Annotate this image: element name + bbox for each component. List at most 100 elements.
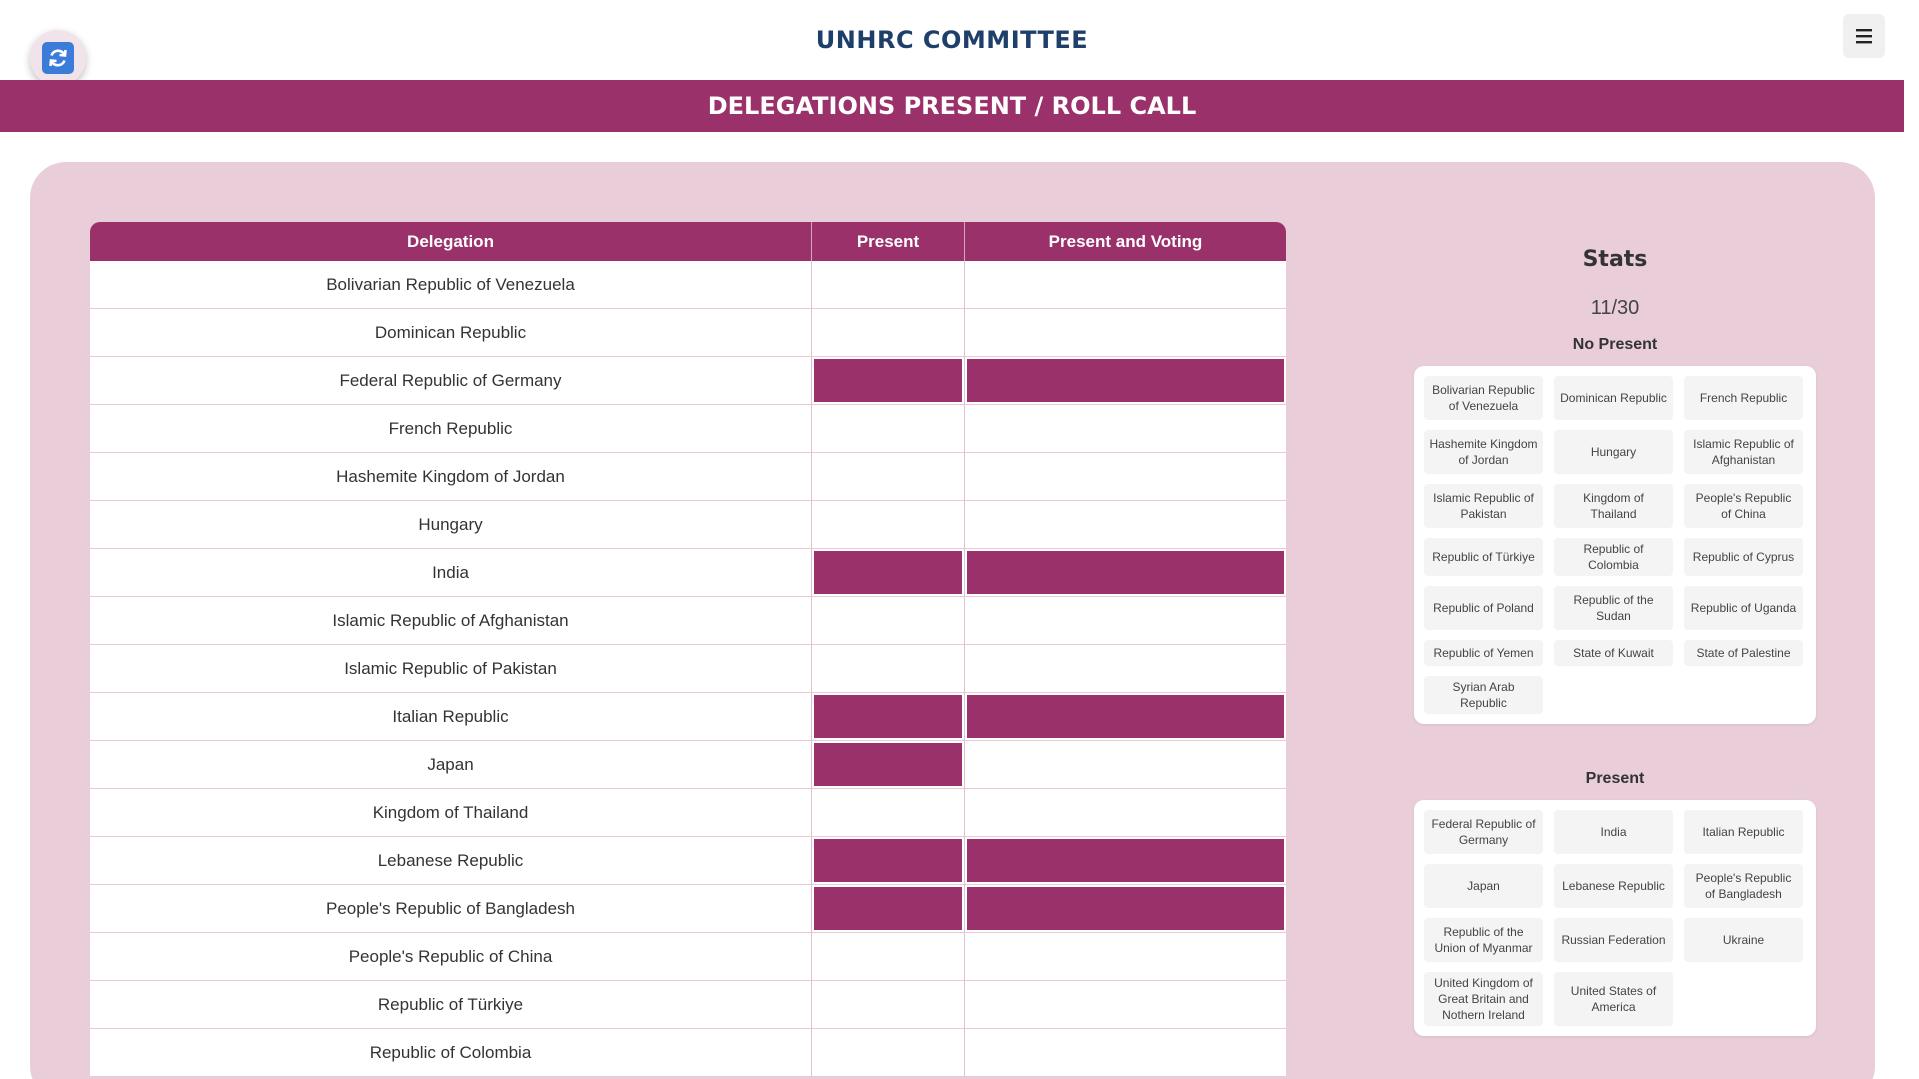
table-row: India [90,549,1286,597]
stats-title: Stats [1582,247,1648,272]
delegation-name: People's Republic of China [90,933,812,981]
delegation-name: Lebanese Republic [90,837,812,885]
present-toggle[interactable] [812,789,965,837]
table-row: Islamic Republic of Pakistan [90,645,1286,693]
table-row: Hashemite Kingdom of Jordan [90,453,1286,501]
page-banner: DELEGATIONS PRESENT / ROLL CALL [0,80,1904,132]
delegation-chip: Republic of Colombia [1554,538,1673,576]
table-row: Italian Republic [90,693,1286,741]
delegation-chip: Republic of Poland [1424,586,1543,630]
delegation-name: People's Republic of Bangladesh [90,885,812,933]
present-toggle[interactable] [812,501,965,549]
present-toggle[interactable] [812,693,965,741]
present-toggle[interactable] [812,645,965,693]
delegation-chip: People's Republic of China [1684,484,1803,528]
delegation-name: Federal Republic of Germany [90,357,812,405]
delegation-chip: Republic of Uganda [1684,586,1803,630]
delegation-name: Republic of Türkiye [90,981,812,1029]
stats-count: 11/30 [1590,297,1640,319]
table-row: Republic of Colombia [90,1029,1286,1077]
present-grid: Federal Republic of Germany India Italian … [1414,800,1816,1036]
delegation-chip: Ukraine [1684,918,1803,962]
delegation-name: Dominican Republic [90,309,812,357]
delegation-chip: Republic of Yemen [1424,640,1543,666]
present-and-voting-toggle[interactable] [965,885,1286,933]
delegation-chip: United Kingdom of Great Britain and Noth… [1424,972,1543,1026]
present-and-voting-toggle[interactable] [965,741,1286,789]
delegation-chip: Russian Federation [1554,918,1673,962]
delegation-chip: India [1554,810,1673,854]
present-toggle[interactable] [812,885,965,933]
present-toggle[interactable] [812,933,965,981]
app-title: UNHRC COMMITTEE [815,26,1089,54]
table-header-row: Delegation Present Present and Voting [90,222,1286,261]
delegation-chip: Kingdom of Thailand [1554,484,1673,528]
delegation-chip: State of Palestine [1684,640,1803,666]
delegation-name: Hungary [90,501,812,549]
delegation-chip: State of Kuwait [1554,640,1673,666]
column-header-present: Present [812,222,965,261]
delegation-chip: People's Republic of Bangladesh [1684,864,1803,908]
present-and-voting-toggle[interactable] [965,933,1286,981]
top-bar: UNHRC COMMITTEE [0,0,1904,86]
present-and-voting-toggle[interactable] [965,693,1286,741]
table-row: People's Republic of Bangladesh [90,885,1286,933]
present-and-voting-toggle[interactable] [965,309,1286,357]
delegation-chip: Islamic Republic of Afghanistan [1684,430,1803,474]
present-and-voting-toggle[interactable] [965,789,1286,837]
present-and-voting-toggle[interactable] [965,453,1286,501]
present-and-voting-toggle[interactable] [965,549,1286,597]
delegation-chip: Italian Republic [1684,810,1803,854]
table-row: Islamic Republic of Afghanistan [90,597,1286,645]
present-toggle[interactable] [812,357,965,405]
delegation-chip: Republic of the Sudan [1554,586,1673,630]
delegation-name: French Republic [90,405,812,453]
present-toggle[interactable] [812,741,965,789]
delegation-chip: Dominican Republic [1554,376,1673,420]
delegation-chip: Republic of Cyprus [1684,538,1803,576]
present-toggle[interactable] [812,981,965,1029]
delegation-chip: United States of America [1554,972,1673,1026]
delegation-name: Kingdom of Thailand [90,789,812,837]
table-row: Republic of Türkiye [90,981,1286,1029]
delegation-name: Islamic Republic of Pakistan [90,645,812,693]
not-present-title: No Present [1572,336,1658,353]
present-title: Present [1585,770,1645,787]
delegation-name: Bolivarian Republic of Venezuela [90,261,812,309]
table-row: Dominican Republic [90,309,1286,357]
table-row: Bolivarian Republic of Venezuela [90,261,1286,309]
present-and-voting-toggle[interactable] [965,645,1286,693]
present-and-voting-toggle[interactable] [965,981,1286,1029]
delegation-chip: Republic of the Union of Myanmar [1424,918,1543,962]
present-and-voting-toggle[interactable] [965,501,1286,549]
present-toggle[interactable] [812,261,965,309]
delegation-chip: Syrian Arab Republic [1424,676,1543,714]
present-toggle[interactable] [812,309,965,357]
table-row: Hungary [90,501,1286,549]
table-row: Federal Republic of Germany [90,357,1286,405]
present-and-voting-toggle[interactable] [965,837,1286,885]
delegation-name: Islamic Republic of Afghanistan [90,597,812,645]
menu-button[interactable] [1843,14,1885,58]
delegation-chip: Lebanese Republic [1554,864,1673,908]
present-toggle[interactable] [812,837,965,885]
roll-call-table: Delegation Present Present and Voting Bo… [90,222,1286,1077]
delegation-chip: French Republic [1684,376,1803,420]
column-header-delegation: Delegation [90,222,812,261]
present-and-voting-toggle[interactable] [965,261,1286,309]
present-toggle[interactable] [812,549,965,597]
present-toggle[interactable] [812,597,965,645]
present-toggle[interactable] [812,405,965,453]
present-and-voting-toggle[interactable] [965,405,1286,453]
table-row: French Republic [90,405,1286,453]
present-toggle[interactable] [812,1029,965,1077]
delegation-chip: Japan [1424,864,1543,908]
present-toggle[interactable] [812,453,965,501]
present-and-voting-toggle[interactable] [965,597,1286,645]
present-and-voting-toggle[interactable] [965,1029,1286,1077]
delegation-name: India [90,549,812,597]
delegation-name: Republic of Colombia [90,1029,812,1077]
stats-panel: Stats 11/30 No Present Bolivarian Republ… [1414,240,1816,1036]
delegation-chip: Hungary [1554,430,1673,474]
present-and-voting-toggle[interactable] [965,357,1286,405]
